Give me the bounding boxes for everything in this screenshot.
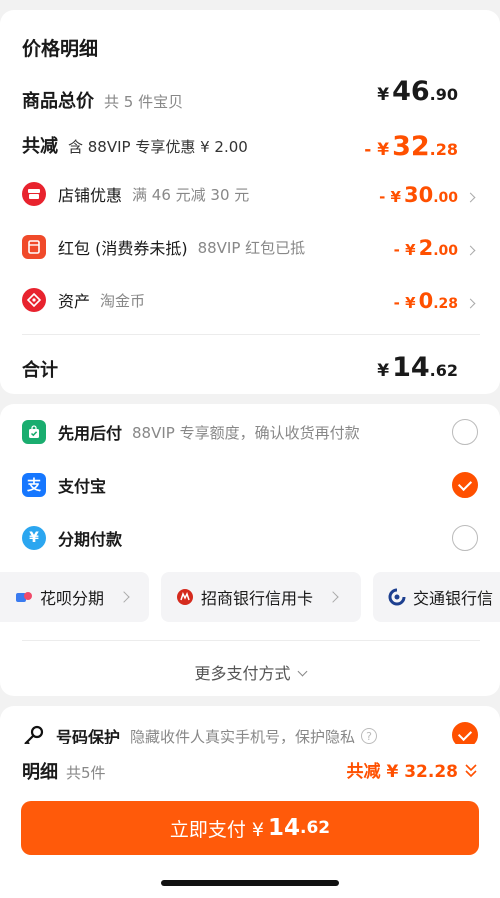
more-payment-methods[interactable]: 更多支付方式 [0, 660, 500, 684]
chevron-right-icon[interactable] [465, 192, 476, 203]
alipay-radio-checked[interactable] [452, 472, 478, 498]
vip-discount-note: 含 88VIP 专享优惠 ¥ 2.00 [68, 138, 248, 156]
total-reduce-row: 共减 含 88VIP 专享优惠 ¥ 2.00 [22, 132, 248, 158]
divider [22, 334, 480, 335]
sum-price: ¥14.62 [377, 352, 458, 383]
chevron-right-icon [118, 591, 130, 603]
cmb-icon [175, 587, 195, 607]
installment-radio[interactable] [452, 525, 478, 551]
detail-toggle[interactable]: 明细 共5件 [22, 758, 106, 784]
help-icon[interactable]: ? [361, 728, 378, 744]
sum-label: 合计 [22, 360, 58, 381]
bag-check-icon [22, 420, 46, 444]
assets-label: 资产 [58, 292, 91, 311]
goods-total-label: 商品总价 [22, 91, 94, 112]
divider [22, 640, 480, 641]
alipay-option[interactable]: 支 支付宝 [22, 470, 480, 500]
section-title: 价格明细 [22, 38, 99, 60]
bocom-icon [387, 587, 407, 607]
pay-later-desc: 88VIP 专享额度，确认收货再付款 [132, 423, 360, 442]
alipay-icon: 支 [22, 473, 46, 497]
chip-cmb-label: 招商银行信用卡 [201, 589, 314, 608]
pay-later-radio[interactable] [452, 419, 478, 445]
red-packet-icon [22, 235, 46, 259]
chip-huabei[interactable]: 花呗分期 [0, 572, 149, 622]
detail-label: 明细 [22, 762, 58, 783]
shop-discount-label: 店铺优惠 [58, 186, 123, 205]
chip-huabei-label: 花呗分期 [40, 589, 105, 608]
shop-discount-row[interactable]: 店铺优惠 满 46 元减 30 元 [22, 182, 249, 206]
pay-later-label: 先用后付 [58, 424, 123, 443]
goods-total-row: 商品总价 共 5 件宝贝 [22, 87, 183, 113]
detail-count: 共5件 [66, 764, 106, 782]
double-chevron-down-icon [464, 762, 478, 778]
shop-discount-desc: 满 46 元减 30 元 [132, 185, 250, 204]
assets-price: - ¥0.28 [393, 289, 458, 313]
installment-icon: ¥ [22, 526, 46, 550]
pay-amount-int: 14 [268, 815, 301, 841]
pay-now-button[interactable]: 立即支付 ¥14.62 [21, 801, 479, 855]
shop-icon [22, 182, 46, 206]
assets-desc: 淘金币 [100, 291, 146, 310]
footer-reduce[interactable]: 共减 ¥ 32.28 [347, 757, 478, 782]
shop-discount-price: - ¥30.00 [379, 183, 458, 207]
home-indicator [161, 880, 339, 886]
footer-reduce-text: 共减 ¥ 32.28 [346, 762, 458, 782]
goods-total-price: ¥46.90 [377, 76, 458, 107]
alipay-label: 支付宝 [58, 477, 107, 496]
installment-option[interactable]: ¥ 分期付款 [22, 523, 480, 553]
chevron-right-icon[interactable] [465, 245, 476, 256]
huabei-icon [14, 587, 34, 607]
goods-count: 共 5 件宝贝 [104, 93, 184, 111]
price-detail-card: 价格明细 商品总价 共 5 件宝贝 ¥46.90 共减 含 88VIP 专享优惠… [0, 10, 500, 394]
total-reduce-label: 共减 [22, 136, 58, 157]
chevron-right-icon[interactable] [465, 298, 476, 309]
total-reduce-price: - ¥32.28 [364, 131, 458, 162]
red-packet-price: - ¥2.00 [393, 236, 458, 260]
assets-row[interactable]: 资产 淘金币 [22, 288, 145, 312]
installment-label: 分期付款 [58, 530, 123, 549]
chip-cmb[interactable]: 招商银行信用卡 [161, 572, 361, 622]
chevron-right-icon [327, 591, 339, 603]
chip-bocom[interactable]: 交通银行信 [373, 572, 500, 622]
red-packet-desc: 88VIP 红包已抵 [197, 238, 306, 257]
coin-tag-icon [22, 288, 46, 312]
pay-amount-dec: .62 [300, 818, 331, 838]
pay-now-label: 立即支付 ¥ [169, 818, 264, 841]
red-packet-row[interactable]: 红包 (消费券未抵) 88VIP 红包已抵 [22, 235, 305, 259]
chip-bocom-label: 交通银行信 [413, 589, 494, 608]
red-packet-label: 红包 (消费券未抵) [58, 239, 188, 258]
more-payment-label: 更多支付方式 [194, 664, 291, 683]
pay-later-option[interactable]: 先用后付 88VIP 专享额度，确认收货再付款 [22, 417, 480, 447]
chevron-down-icon [297, 666, 307, 677]
